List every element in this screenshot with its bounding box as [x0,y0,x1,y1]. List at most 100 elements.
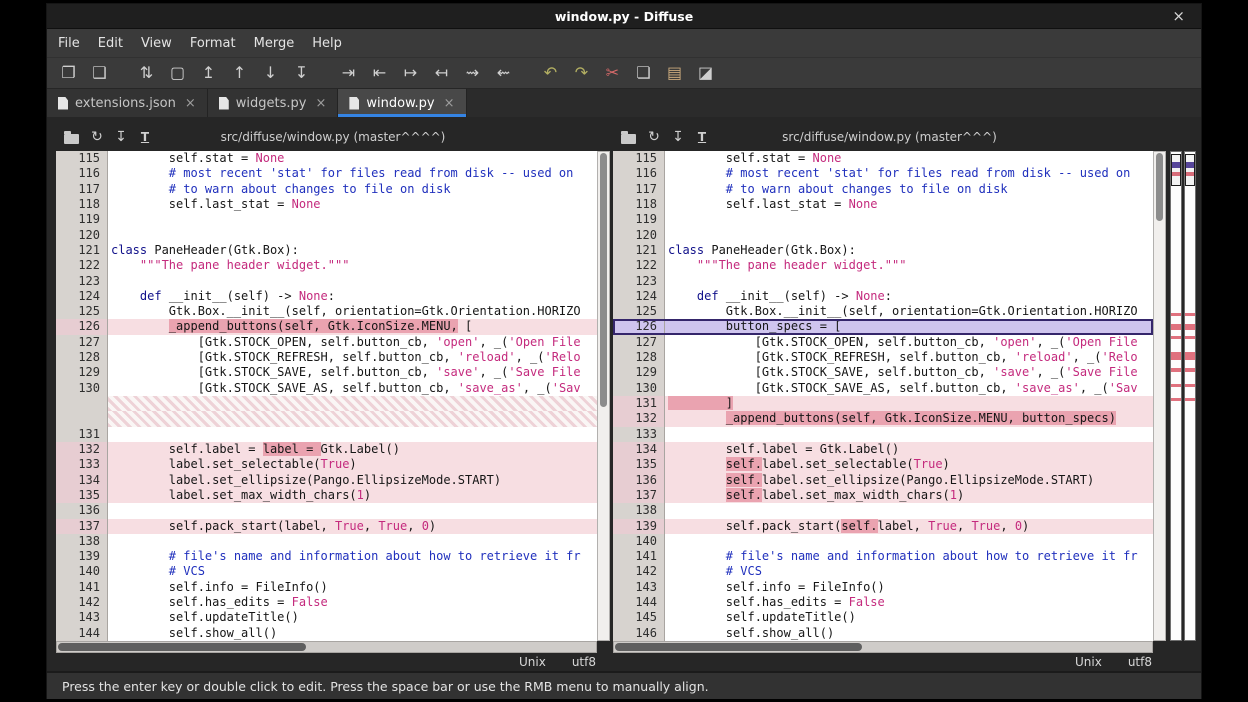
code-line[interactable]: 142 self.has_edits = False [56,595,597,610]
code-line[interactable]: 130 [Gtk.STOCK_SAVE_AS, self.button_cb, … [613,381,1153,396]
reload-file-icon[interactable]: ↻ [642,129,666,145]
code-line[interactable]: 121class PaneHeader(Gtk.Box): [56,243,597,258]
overview-viewport[interactable] [1185,154,1195,186]
code-line[interactable]: 126 button_specs = [ [613,319,1153,334]
code-line[interactable]: 116 # most recent 'stat' for files read … [56,166,597,181]
copy-left-into-selection-icon[interactable]: ↦ [397,59,424,87]
code-line[interactable]: 118 self.last_stat = None [613,197,1153,212]
code-line[interactable]: 122 """The pane header widget.""" [613,258,1153,273]
scrollbar-thumb[interactable] [1156,153,1163,221]
tab-widgets.py[interactable]: widgets.py× [208,89,339,117]
code-line[interactable]: 141 # file's name and information about … [613,549,1153,564]
code-line[interactable]: 145 self.updateTitle() [613,610,1153,625]
horizontal-scrollbar-right[interactable] [613,641,1153,653]
code-line[interactable]: 116 # most recent 'stat' for files read … [613,166,1153,181]
code-line[interactable]: 125 Gtk.Box.__init__(self, orientation=G… [613,304,1153,319]
code-line[interactable]: 143 self.info = FileInfo() [613,580,1153,595]
next-difference-icon[interactable]: ↓ [257,59,284,87]
scrollbar-thumb[interactable] [58,643,306,651]
clear-edits-icon[interactable]: ◪ [692,59,719,87]
close-button[interactable]: × [1172,4,1185,28]
code-line[interactable]: 127 [Gtk.STOCK_OPEN, self.button_cb, 'op… [613,335,1153,350]
realign-all-icon[interactable]: ⇅ [133,59,160,87]
code-line[interactable]: 119 [613,212,1153,227]
code-line[interactable]: 140 # VCS [56,564,597,579]
code-line[interactable]: 139 # file's name and information about … [56,549,597,564]
code-line[interactable]: 144 self.has_edits = False [613,595,1153,610]
text-encoding-icon[interactable]: T [690,130,714,144]
code-line[interactable]: 141 self.info = FileInfo() [56,580,597,595]
code-line[interactable]: 131 ] [613,396,1153,411]
merge-from-left-then-right-icon[interactable]: ⇝ [459,59,486,87]
save-file-icon[interactable]: ↧ [666,129,690,145]
code-line[interactable]: 115 self.stat = None [613,151,1153,166]
code-line[interactable]: 118 self.last_stat = None [56,197,597,212]
code-line[interactable]: 146 self.show_all() [613,626,1153,641]
undo-icon[interactable]: ↶ [537,59,564,87]
tab-close-icon[interactable]: × [444,96,455,111]
new-2way-file-merge-icon[interactable]: ❐ [55,59,82,87]
code-line[interactable]: 125 Gtk.Box.__init__(self, orientation=G… [56,304,597,319]
code-line[interactable]: 140 [613,534,1153,549]
menu-item-format[interactable]: Format [181,36,245,51]
vertical-scrollbar-right[interactable] [1153,151,1166,641]
code-line[interactable]: 132 _append_buttons(self, Gtk.IconSize.M… [613,411,1153,426]
reload-file-icon[interactable]: ↻ [85,129,109,145]
code-line[interactable]: 127 [Gtk.STOCK_OPEN, self.button_cb, 'op… [56,335,597,350]
code-line[interactable]: 143 self.updateTitle() [56,610,597,625]
scrollbar-thumb[interactable] [600,153,607,407]
code-line[interactable]: 120 [56,228,597,243]
open-file-icon[interactable] [64,134,79,144]
code-area-right[interactable]: 115 self.stat = None116 # most recent 's… [613,151,1153,641]
code-line[interactable]: 124 def __init__(self) -> None: [613,289,1153,304]
title-bar[interactable]: window.py - Diffuse × [47,4,1201,29]
code-line[interactable]: 134 self.label = Gtk.Label() [613,442,1153,457]
open-file-icon[interactable] [621,134,636,144]
new-3way-file-merge-icon[interactable]: ❑ [86,59,113,87]
text-encoding-icon[interactable]: T [133,130,157,144]
overview-map-left[interactable] [1170,151,1182,641]
code-line[interactable]: 137 self.pack_start(label, True, True, 0… [56,519,597,534]
code-line[interactable]: 117 # to warn about changes to file on d… [613,182,1153,197]
code-line[interactable]: 134 label.set_ellipsize(Pango.EllipsizeM… [56,473,597,488]
code-line[interactable]: 142 # VCS [613,564,1153,579]
menu-item-help[interactable]: Help [303,36,351,51]
code-line[interactable]: 138 [56,534,597,549]
code-line[interactable]: 117 # to warn about changes to file on d… [56,182,597,197]
horizontal-scrollbar-left[interactable] [56,641,597,653]
overview-viewport[interactable] [1171,154,1181,186]
code-line[interactable]: 131 [56,427,597,442]
code-line[interactable]: 138 [613,503,1153,518]
gap-line[interactable] [56,411,597,426]
code-line[interactable]: 121class PaneHeader(Gtk.Box): [613,243,1153,258]
code-line[interactable]: 126 _append_buttons(self, Gtk.IconSize.M… [56,319,597,334]
code-line[interactable]: 133 label.set_selectable(True) [56,457,597,472]
copy-icon[interactable]: ❏ [630,59,657,87]
tab-extensions.json[interactable]: extensions.json× [47,89,208,117]
code-area-left[interactable]: 115 self.stat = None116 # most recent 's… [56,151,597,641]
code-line[interactable]: 128 [Gtk.STOCK_REFRESH, self.button_cb, … [613,350,1153,365]
menu-item-merge[interactable]: Merge [245,36,304,51]
menu-item-file[interactable]: File [49,36,89,51]
copy-selection-left-icon[interactable]: ⇤ [366,59,393,87]
tab-window.py[interactable]: window.py× [338,89,466,117]
code-line[interactable]: 115 self.stat = None [56,151,597,166]
gap-line[interactable] [56,396,597,411]
first-difference-icon[interactable]: ↥ [195,59,222,87]
code-line[interactable]: 135 self.label.set_selectable(True) [613,457,1153,472]
vertical-scrollbar-left[interactable] [597,151,610,641]
tab-close-icon[interactable]: × [185,96,196,111]
menu-item-edit[interactable]: Edit [89,36,132,51]
code-line[interactable]: 136 [56,503,597,518]
code-line[interactable]: 129 [Gtk.STOCK_SAVE, self.button_cb, 'sa… [56,365,597,380]
scrollbar-thumb[interactable] [615,643,862,651]
previous-difference-icon[interactable]: ↑ [226,59,253,87]
code-line[interactable]: 119 [56,212,597,227]
code-line[interactable]: 137 self.label.set_max_width_chars(1) [613,488,1153,503]
code-line[interactable]: 123 [613,274,1153,289]
menu-item-view[interactable]: View [132,36,181,51]
code-line[interactable]: 123 [56,274,597,289]
code-line[interactable]: 132 self.label = label = Gtk.Label() [56,442,597,457]
code-line[interactable]: 144 self.show_all() [56,626,597,641]
save-file-icon[interactable]: ↧ [109,129,133,145]
